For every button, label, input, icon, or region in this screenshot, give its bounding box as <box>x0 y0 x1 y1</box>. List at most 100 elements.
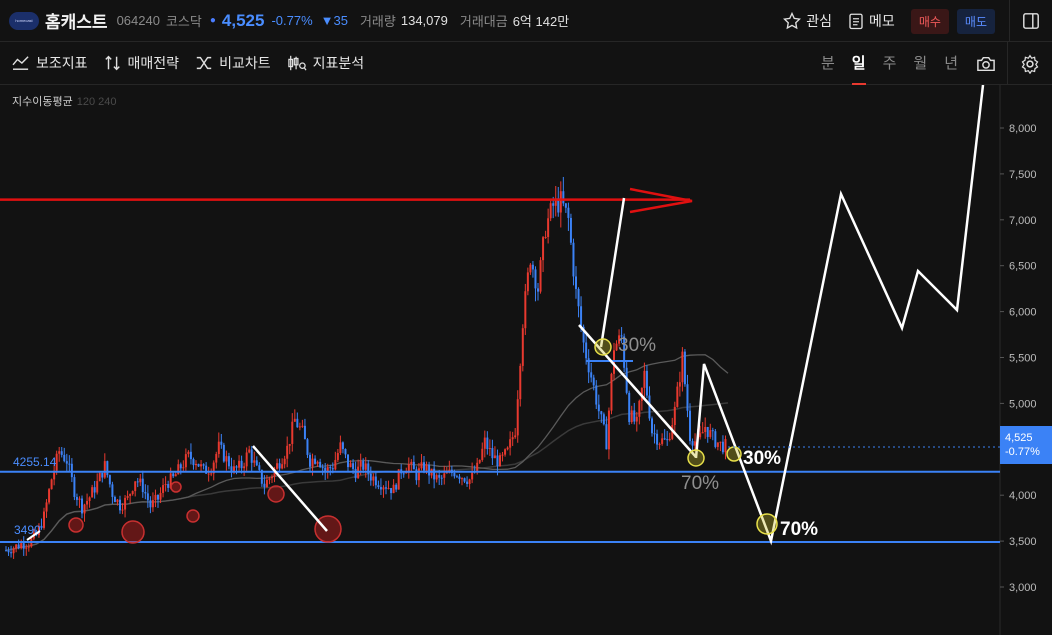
candle-body <box>455 476 458 478</box>
candle-body <box>12 548 15 554</box>
candle-body <box>319 461 322 468</box>
candle-body <box>352 463 355 469</box>
candle-body <box>610 373 613 411</box>
candle-body <box>643 370 646 388</box>
candle-body <box>526 272 529 292</box>
memo-button[interactable]: 메모 <box>848 11 895 31</box>
candle-body <box>453 472 456 477</box>
candle-body <box>701 432 704 434</box>
candle-body <box>585 342 588 359</box>
low-marker-circle <box>186 509 200 523</box>
stock-name[interactable]: 홈캐스트 <box>45 8 108 33</box>
candle-body <box>511 437 514 440</box>
candle-body <box>276 463 279 469</box>
candle-body <box>217 441 220 455</box>
candle-body <box>108 475 111 485</box>
candle-body <box>177 464 180 475</box>
camera-icon <box>977 56 995 71</box>
candle-body <box>50 479 53 490</box>
candle-body <box>134 481 137 492</box>
candle-body <box>172 473 175 477</box>
current-price-tag: 4,525 -0.77% <box>1000 426 1052 464</box>
candle-body <box>141 478 144 493</box>
candle-body <box>382 487 385 490</box>
candle-body <box>25 547 28 549</box>
watchlist-button[interactable]: 관심 <box>783 11 832 31</box>
candle-body <box>243 466 246 469</box>
candle-body <box>119 499 121 511</box>
candle-body <box>653 433 656 435</box>
candle-body <box>681 351 684 383</box>
strategy-label: 매매전략 <box>127 55 180 71</box>
candle-body <box>362 461 365 470</box>
candle-body <box>410 461 413 464</box>
panel-toggle-button[interactable] <box>1009 0 1052 42</box>
candle-body <box>635 416 638 422</box>
candle-body <box>433 468 436 480</box>
candle-body <box>283 458 286 465</box>
analysis-button[interactable]: 지표분석 <box>287 53 364 73</box>
candle-body <box>633 410 636 422</box>
candle-body <box>676 386 679 407</box>
candle-body <box>605 424 608 450</box>
candle-body <box>694 441 697 446</box>
candle-body <box>240 460 243 469</box>
candle-body <box>339 442 342 454</box>
candle-body <box>521 328 524 366</box>
indicator-legend: 지수이동평균 120 240 <box>12 93 117 109</box>
candle-body <box>293 418 296 422</box>
price-chart[interactable]: 8,0007,5007,0006,5006,0005,5005,0004,500… <box>0 85 1052 635</box>
annotation-30pct-gray: 30% <box>618 335 656 356</box>
candle-body <box>179 464 182 469</box>
low-marker-circle <box>170 481 182 493</box>
candle-body <box>542 237 545 261</box>
candle-body <box>428 464 431 476</box>
y-tick-label: 3,000 <box>1009 582 1037 594</box>
candle-body <box>724 439 727 453</box>
buy-button[interactable]: 매수 <box>910 8 949 34</box>
candle-body <box>564 203 567 208</box>
period-minute[interactable]: 분 <box>821 42 835 85</box>
strategy-button[interactable]: 매매전략 <box>104 53 180 73</box>
candle-body <box>255 460 258 466</box>
candle-body <box>314 458 317 464</box>
candle-body <box>321 467 324 469</box>
candle-body <box>121 509 124 511</box>
candle-body <box>689 410 691 442</box>
candle-body <box>162 485 165 493</box>
candle-body <box>516 399 519 436</box>
candle-body <box>493 455 496 459</box>
chart-canvas[interactable]: 8,0007,5007,0006,5006,0005,5005,0004,500… <box>0 85 1052 635</box>
price-tag-change: -0.77% <box>1005 446 1040 458</box>
candle-body <box>488 448 491 450</box>
candle-body <box>501 454 504 456</box>
candle-body <box>136 481 139 483</box>
period-month[interactable]: 월 <box>913 42 927 85</box>
price-tag-value: 4,525 <box>1005 432 1033 444</box>
candle-body <box>354 468 357 479</box>
candle-body <box>372 476 375 481</box>
settings-button[interactable] <box>1007 42 1052 85</box>
candle-body <box>607 410 610 450</box>
candle-body <box>347 454 349 468</box>
candle-body <box>184 454 187 468</box>
y-tick-label: 5,500 <box>1009 353 1037 365</box>
candle-body <box>40 525 43 528</box>
period-year[interactable]: 년 <box>944 42 958 85</box>
candle-body <box>673 406 676 425</box>
candle-body <box>658 443 661 445</box>
candle-body <box>68 463 71 465</box>
period-week[interactable]: 주 <box>883 42 897 85</box>
compare-button[interactable]: 비교차트 <box>195 53 271 73</box>
screenshot-button[interactable] <box>976 55 996 73</box>
candle-body <box>298 426 301 428</box>
sell-button[interactable]: 매도 <box>956 8 995 34</box>
candle-body <box>288 443 291 446</box>
candle-body <box>271 476 273 479</box>
candle-body <box>245 452 248 467</box>
period-day[interactable]: 일 <box>851 42 866 85</box>
indicators-button[interactable]: 보조지표 <box>12 53 88 73</box>
candle-body <box>711 430 714 432</box>
candle-body <box>468 479 471 484</box>
candle-body <box>22 543 25 549</box>
